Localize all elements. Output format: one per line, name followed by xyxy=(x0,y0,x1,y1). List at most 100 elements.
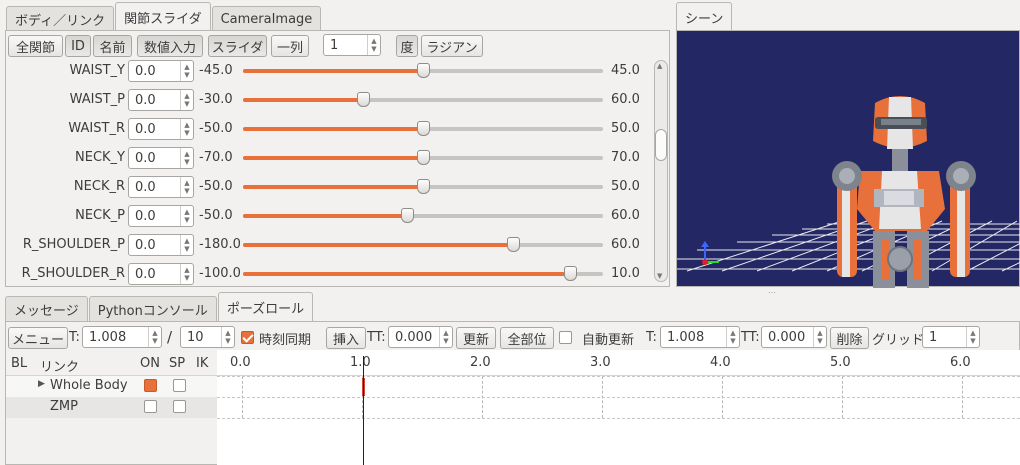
total-time-spinbox[interactable]: 10 ▲ ▼ xyxy=(180,326,235,348)
spin-arrows-icon[interactable]: ▲ ▼ xyxy=(966,327,979,347)
joint-value-spinbox[interactable]: 0.0 ▲ ▼ xyxy=(128,263,194,285)
degree-toggle-button[interactable]: 度 xyxy=(396,35,418,57)
scrollbar-thumb[interactable] xyxy=(655,129,667,161)
grid-spinbox[interactable]: 1 ▲ ▼ xyxy=(922,326,980,348)
spin-arrows-icon[interactable]: ▲ ▼ xyxy=(221,327,234,347)
all-joints-button[interactable]: 全関節 xyxy=(8,35,63,57)
joint-value-spinbox[interactable]: 0.0 ▲ ▼ xyxy=(128,118,194,140)
id-toggle-button[interactable]: ID xyxy=(65,35,91,57)
sync-time-label: 時刻同期 xyxy=(259,333,312,348)
time2-spinbox[interactable]: 1.008 ▲ ▼ xyxy=(660,326,740,348)
scroll-up-icon[interactable]: ▲ xyxy=(657,62,662,70)
joint-value-spinbox[interactable]: 0.0 ▲ ▼ xyxy=(128,89,194,111)
tab-body-link[interactable]: ボディ／リンク xyxy=(6,6,115,31)
spin-arrows-icon[interactable]: ▲ ▼ xyxy=(180,235,193,255)
table-row[interactable]: ▶ Whole Body xyxy=(6,376,217,397)
name-toggle-button[interactable]: 名前 xyxy=(93,35,132,57)
joint-max-label: 10.0 xyxy=(611,266,640,281)
expand-arrow-icon[interactable]: ▶ xyxy=(38,379,45,389)
spin-arrows-icon[interactable]: ▲ ▼ xyxy=(726,327,739,347)
transition-time-spinbox[interactable]: 0.000 ▲ ▼ xyxy=(388,326,453,348)
spin-arrows-icon[interactable]: ▲ ▼ xyxy=(367,35,380,55)
joint-value: 0.0 xyxy=(135,179,156,195)
slider-toggle-button[interactable]: スライダ xyxy=(208,35,267,57)
spin-arrows-icon[interactable]: ▲ ▼ xyxy=(148,327,161,347)
joint-value-spinbox[interactable]: 0.0 ▲ ▼ xyxy=(128,205,194,227)
joint-slider-handle[interactable] xyxy=(357,92,370,107)
joint-slider-handle[interactable] xyxy=(564,266,577,281)
whole-body-on-checkbox[interactable] xyxy=(144,379,157,392)
timeline-tick-label: 1.0 xyxy=(350,355,371,370)
update-button[interactable]: 更新 xyxy=(456,327,496,349)
tab-joint-slider[interactable]: 関節スライダ xyxy=(115,2,211,31)
joint-value: 0.0 xyxy=(135,150,156,166)
joint-max-label: 50.0 xyxy=(611,121,640,136)
joint-name: WAIST_Y xyxy=(69,63,125,78)
zmp-sp-checkbox[interactable] xyxy=(173,400,186,413)
radian-toggle-button[interactable]: ラジアン xyxy=(421,35,483,57)
joint-slider-fill xyxy=(243,272,570,276)
spin-arrows-icon[interactable]: ▲ ▼ xyxy=(180,177,193,197)
time-spinbox[interactable]: 1.008 ▲ ▼ xyxy=(82,326,162,348)
joint-value-spinbox[interactable]: 0.0 ▲ ▼ xyxy=(128,234,194,256)
spin-arrows-icon[interactable]: ▲ ▼ xyxy=(180,90,193,110)
numeric-input-toggle-button[interactable]: 数値入力 xyxy=(137,35,203,57)
time-value: 1.008 xyxy=(89,329,127,345)
menu-button[interactable]: メニュー xyxy=(8,327,68,349)
joint-slider-track[interactable] xyxy=(243,272,603,276)
spin-arrows-icon[interactable]: ▲ ▼ xyxy=(813,327,826,347)
table-row[interactable]: ZMP xyxy=(6,397,217,418)
joint-slider-handle[interactable] xyxy=(401,208,414,223)
joint-slider-handle[interactable] xyxy=(417,121,430,136)
whole-body-sp-checkbox[interactable] xyxy=(173,379,186,392)
timeline-tick-label: 0.0 xyxy=(230,355,251,370)
tab-camera-image[interactable]: CameraImage xyxy=(211,6,322,31)
total-time-value: 10 xyxy=(187,329,204,345)
axis-gizmo-icon xyxy=(701,241,719,265)
left-tab-bar: ボディ／リンク 関節スライダ CameraImage xyxy=(6,2,322,31)
zmp-on-checkbox[interactable] xyxy=(144,400,157,413)
one-column-button[interactable]: 一列 xyxy=(271,35,309,57)
grid-label: グリッド: xyxy=(872,333,929,348)
spin-arrows-icon[interactable]: ▲ ▼ xyxy=(180,148,193,168)
auto-update-checkbox[interactable] xyxy=(559,331,572,344)
splitter-grip-icon[interactable]: ⋯ xyxy=(768,288,776,297)
tab-python-console[interactable]: Pythonコンソール xyxy=(88,296,217,321)
joint-value-spinbox[interactable]: 0.0 ▲ ▼ xyxy=(128,60,194,82)
joint-slider-handle[interactable] xyxy=(417,179,430,194)
joint-slider-track[interactable] xyxy=(243,243,603,247)
joint-min-label: -180.0 xyxy=(199,237,241,252)
joint-slider-track[interactable] xyxy=(243,98,603,102)
timeline-tick-label: 2.0 xyxy=(470,355,491,370)
joint-slider-handle[interactable] xyxy=(417,150,430,165)
scene-view[interactable] xyxy=(676,30,1020,288)
joint-slider-track[interactable] xyxy=(243,214,603,218)
scroll-down-icon[interactable]: ▼ xyxy=(657,272,662,280)
tab-scene[interactable]: シーン xyxy=(676,2,733,31)
spin-arrows-icon[interactable]: ▲ ▼ xyxy=(180,119,193,139)
sync-time-checkbox[interactable] xyxy=(241,331,254,344)
joint-value-spinbox[interactable]: 0.0 ▲ ▼ xyxy=(128,147,194,169)
delete-button[interactable]: 削除 xyxy=(830,327,869,349)
insert-button[interactable]: 挿入 xyxy=(326,327,366,349)
time2-label: T: xyxy=(646,330,657,345)
scene-3d-render xyxy=(677,96,1020,288)
joint-min-label: -50.0 xyxy=(199,208,233,223)
joint-panel-scrollbar[interactable]: ▲ ▼ xyxy=(654,60,668,282)
joint-value-spinbox[interactable]: 0.0 ▲ ▼ xyxy=(128,176,194,198)
transition-time2-spinbox[interactable]: 0.000 ▲ ▼ xyxy=(761,326,827,348)
spin-arrows-icon[interactable]: ▲ ▼ xyxy=(180,61,193,81)
tab-messages[interactable]: メッセージ xyxy=(5,296,88,321)
timeline-area[interactable] xyxy=(217,350,1020,465)
spin-arrows-icon[interactable]: ▲ ▼ xyxy=(439,327,452,347)
all-parts-button[interactable]: 全部位 xyxy=(500,327,554,349)
joint-slider-handle[interactable] xyxy=(417,63,430,78)
joint-name: NECK_R xyxy=(73,179,125,194)
spin-arrows-icon[interactable]: ▲ ▼ xyxy=(180,264,193,284)
time-cursor-line[interactable] xyxy=(363,356,364,465)
joint-min-label: -50.0 xyxy=(199,179,233,194)
tab-pose-roll[interactable]: ポーズロール xyxy=(217,292,314,321)
columns-spinbox[interactable]: 1 ▲ ▼ xyxy=(323,34,381,56)
joint-slider-handle[interactable] xyxy=(507,237,520,252)
spin-arrows-icon[interactable]: ▲ ▼ xyxy=(180,206,193,226)
